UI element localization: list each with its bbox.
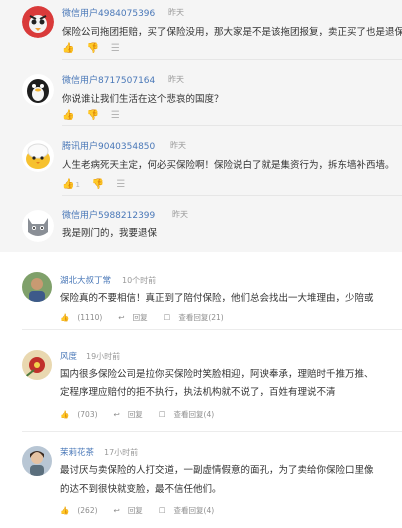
comment-text-line-1: 最讨厌与卖保险的人打交道，一副虚情假意的面孔，为了卖给你保险口里像 <box>60 465 374 476</box>
comment-item: 微信用户5988212399 昨天 我是刚门的，我要退保 <box>0 196 402 252</box>
comment-username[interactable]: 茉莉花茶 <box>60 446 94 458</box>
gray-cat-avatar[interactable] <box>22 210 54 242</box>
comment-icon[interactable]: ☰ <box>111 110 120 121</box>
thumbs-up-icon: 👍 <box>60 506 70 515</box>
comment-icon[interactable]: ☰ <box>116 179 125 190</box>
comment-time: 昨天 <box>170 141 186 150</box>
comment-actions: 👍 👎 ☰ <box>62 110 132 121</box>
comment-item: 微信用户8717507164 昨天 你说谁让我们生活在这个悲哀的国度？ 👍 👎 ☰ <box>0 60 402 126</box>
top-comment-list: 微信用户4984075396 昨天 保险公司拖团拒赔，买了保险没用，那大家是不是… <box>0 0 402 252</box>
comment-item: 风度 19小时前 国内很多保险公司是拉你买保险时笑脸相迎，阿谀奉承，理赔时千推万… <box>0 330 402 432</box>
bubble-icon: ☐ <box>158 506 166 515</box>
comment-icon[interactable]: ☰ <box>111 43 120 54</box>
comment-actions: 👍 👎 ☰ <box>62 43 132 54</box>
comment-text: 保险公司拖团拒赔，买了保险没用，那大家是不是该拖团报复，卖正买了也是退保 <box>62 27 402 38</box>
thumbs-up-icon: 👍 <box>60 410 70 419</box>
comment-text-line-2: 的达不到很快就变脸，最不信任他们。 <box>60 484 222 495</box>
comment-text: 人生老病死天主定，何必买保险啊！保险说白了就是集资行为，拆东墙补西墙。 <box>62 160 395 171</box>
dislike-icon[interactable]: 👎 <box>86 110 98 121</box>
comment-actions: 👍1 👎 ☰ <box>62 179 137 190</box>
view-replies-button[interactable]: ☐ 查看回复(4) <box>159 410 222 419</box>
reply-arrow-icon: ↩ <box>113 410 120 419</box>
woman-photo-avatar[interactable] <box>22 446 52 476</box>
comment-text-line-2: 定程序理应赔付的拒不执行，执法机构就不说了，百姓有理说不清 <box>60 387 336 398</box>
comment-time: 19小时前 <box>86 352 121 361</box>
thumbs-up-icon: 👍 <box>60 313 70 322</box>
view-replies-button[interactable]: ☐ 查看回复(21) <box>164 313 232 322</box>
comment-username[interactable]: 微信用户8717507164 <box>62 73 155 86</box>
reply-arrow-icon: ↩ <box>118 313 125 322</box>
angry-red-bird-avatar[interactable] <box>22 6 54 38</box>
like-icon[interactable]: 👍 <box>62 110 74 121</box>
egg-chick-avatar[interactable] <box>22 140 54 172</box>
comment-username[interactable]: 湖北大叔丁常 <box>60 274 111 286</box>
comment-username[interactable]: 腾讯用户9040354850 <box>62 139 155 152</box>
comment-text: 保险真的不要相信！真正到了陪付保险，他们总会找出一大堆理由，少陪或 <box>60 293 374 304</box>
comment-time: 昨天 <box>168 75 184 84</box>
reply-button[interactable]: ↩ 回复 <box>118 313 155 322</box>
like-count: 1 <box>75 181 80 189</box>
dislike-icon[interactable]: 👎 <box>92 179 104 190</box>
comment-item: 茉莉花茶 17小时前 最讨厌与卖保险的人打交道，一副虚情假意的面孔，为了卖给你保… <box>0 432 402 528</box>
bubble-icon: ☐ <box>163 313 171 322</box>
reply-button[interactable]: ↩ 回复 <box>114 506 151 515</box>
comment-time: 昨天 <box>168 8 184 17</box>
bottom-comment-list: 湖北大叔丁常 10个时前 保险真的不要相信！真正到了陪付保险，他们总会找出一大堆… <box>0 252 402 528</box>
red-flower-avatar[interactable] <box>22 350 52 380</box>
like-button[interactable]: 👍 (1110) <box>60 313 110 322</box>
comment-username[interactable]: 风度 <box>60 350 77 362</box>
like-button[interactable]: 👍 (703) <box>60 410 106 419</box>
like-icon[interactable]: 👍1 <box>62 179 80 190</box>
comment-username[interactable]: 微信用户4984075396 <box>62 6 155 19</box>
comment-item: 腾讯用户9040354850 昨天 人生老病死天主定，何必买保险啊！保险说白了就… <box>0 126 402 196</box>
comment-item: 微信用户4984075396 昨天 保险公司拖团拒赔，买了保险没用，那大家是不是… <box>0 0 402 60</box>
comment-meta: 👍 (1110) ↩ 回复 ☐ 查看回复(21) <box>60 312 240 323</box>
comment-text: 我是刚门的，我要退保 <box>62 228 158 239</box>
comment-item: 湖北大叔丁常 10个时前 保险真的不要相信！真正到了陪付保险，他们总会找出一大堆… <box>0 252 402 330</box>
comment-meta: 👍 (262) ↩ 回复 ☐ 查看回复(4) <box>60 505 230 516</box>
dislike-icon[interactable]: 👎 <box>86 43 98 54</box>
reply-arrow-icon: ↩ <box>113 506 120 515</box>
black-penguin-avatar[interactable] <box>22 74 54 106</box>
like-button[interactable]: 👍 (262) <box>60 506 106 515</box>
comment-username[interactable]: 微信用户5988212399 <box>62 208 155 221</box>
bubble-icon: ☐ <box>158 410 166 419</box>
comment-time: 昨天 <box>172 210 188 219</box>
comment-time: 10个时前 <box>122 276 157 285</box>
view-replies-button[interactable]: ☐ 查看回复(4) <box>159 506 222 515</box>
reply-button[interactable]: ↩ 回复 <box>114 410 151 419</box>
comment-meta: 👍 (703) ↩ 回复 ☐ 查看回复(4) <box>60 409 230 420</box>
comment-text: 你说谁让我们生活在这个悲哀的国度？ <box>62 94 224 105</box>
man-photo-avatar[interactable] <box>22 272 52 302</box>
like-icon[interactable]: 👍 <box>62 43 74 54</box>
comment-time: 17小时前 <box>104 448 139 457</box>
comment-text-line-1: 国内很多保险公司是拉你买保险时笑脸相迎，阿谀奉承，理赔时千推万推、 <box>60 369 374 380</box>
